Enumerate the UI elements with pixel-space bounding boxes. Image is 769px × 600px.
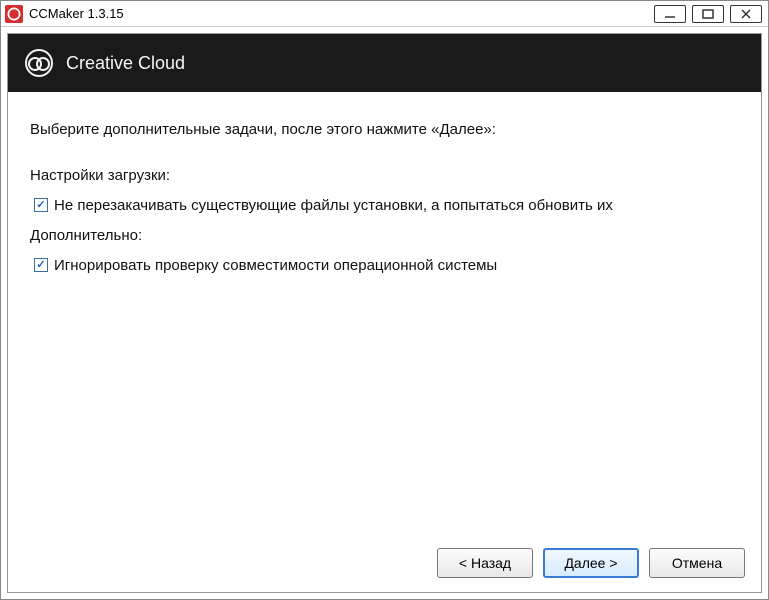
back-button[interactable]: < Назад [437, 548, 533, 578]
checkbox-ignore-os[interactable] [34, 258, 48, 272]
banner-title: Creative Cloud [66, 53, 185, 74]
creative-cloud-icon [24, 48, 54, 78]
next-button[interactable]: Далее > [543, 548, 639, 578]
instruction-text: Выберите дополнительные задачи, после эт… [30, 118, 739, 142]
banner: Creative Cloud [8, 34, 761, 92]
checkbox-redownload-label: Не перезакачивать существующие файлы уст… [54, 194, 613, 218]
checkbox-redownload[interactable] [34, 198, 48, 212]
button-bar: < Назад Далее > Отмена [8, 534, 761, 592]
checkbox-row-ignore-os: Игнорировать проверку совместимости опер… [34, 254, 739, 278]
minimize-button[interactable] [654, 5, 686, 23]
cancel-button[interactable]: Отмена [649, 548, 745, 578]
app-icon [5, 5, 23, 23]
window-controls [654, 5, 762, 23]
section-additional: Дополнительно: [30, 224, 739, 248]
section-download-settings: Настройки загрузки: [30, 164, 739, 188]
titlebar: CCMaker 1.3.15 [1, 1, 768, 27]
inner-panel: Creative Cloud Выберите дополнительные з… [7, 33, 762, 593]
checkbox-row-redownload: Не перезакачивать существующие файлы уст… [34, 194, 739, 218]
app-window: CCMaker 1.3.15 [0, 0, 769, 600]
window-title: CCMaker 1.3.15 [29, 6, 124, 21]
close-button[interactable] [730, 5, 762, 23]
main-area: Выберите дополнительные задачи, после эт… [8, 92, 761, 534]
checkbox-ignore-os-label: Игнорировать проверку совместимости опер… [54, 254, 497, 278]
maximize-button[interactable] [692, 5, 724, 23]
content-wrapper: Creative Cloud Выберите дополнительные з… [1, 27, 768, 599]
